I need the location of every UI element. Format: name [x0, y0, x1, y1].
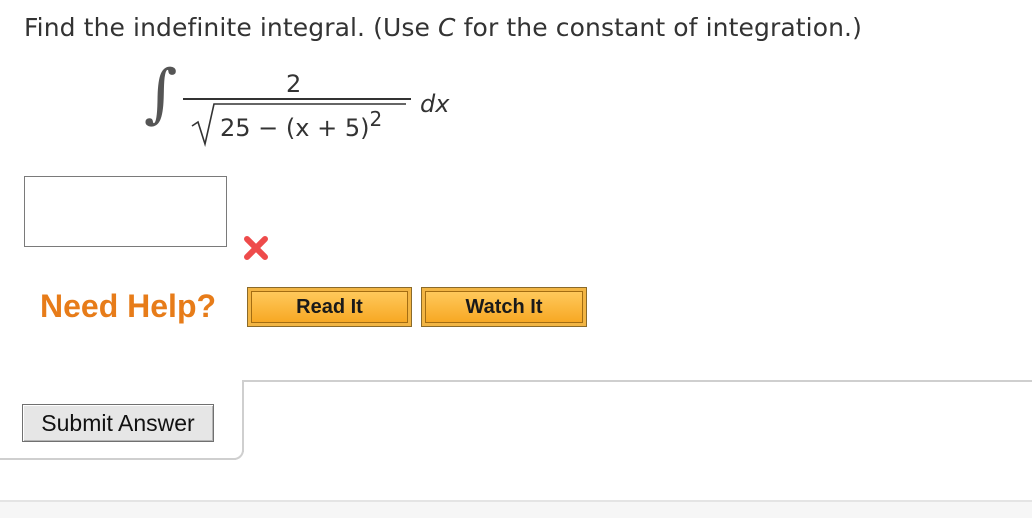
- read-it-button[interactable]: Read It: [247, 287, 412, 327]
- panel-divider-bottom: [0, 458, 236, 460]
- exponent: 2: [369, 107, 383, 131]
- numerator: 2: [286, 70, 302, 98]
- constant-variable: C: [438, 13, 456, 42]
- read-it-label: Read It: [251, 291, 408, 323]
- differential: dx: [420, 90, 450, 118]
- watch-it-label: Watch It: [425, 291, 583, 323]
- answer-input[interactable]: [24, 176, 227, 247]
- radicand: 25 − (x + 5)2: [220, 107, 382, 142]
- integral-expression: ∫ 2 25 − (x + 5)2 dx: [138, 60, 468, 155]
- question-text: Find the indefinite integral. (Use C for…: [24, 13, 862, 42]
- radicand-base: 25 − (x + 5): [220, 114, 370, 142]
- need-help-label: Need Help?: [40, 288, 217, 324]
- x-mark-icon: [244, 236, 268, 260]
- watch-it-button[interactable]: Watch It: [421, 287, 587, 327]
- question-prefix: Find the indefinite integral. (Use: [24, 13, 439, 42]
- submit-answer-button[interactable]: Submit Answer: [22, 404, 214, 442]
- square-root: 25 − (x + 5)2: [190, 100, 408, 148]
- integral-sign: ∫: [144, 57, 178, 131]
- question-suffix: for the constant of integration.): [455, 13, 862, 42]
- panel-divider-vertical: [242, 380, 244, 452]
- footer-area: [0, 502, 1032, 518]
- panel-divider-top: [243, 380, 1032, 382]
